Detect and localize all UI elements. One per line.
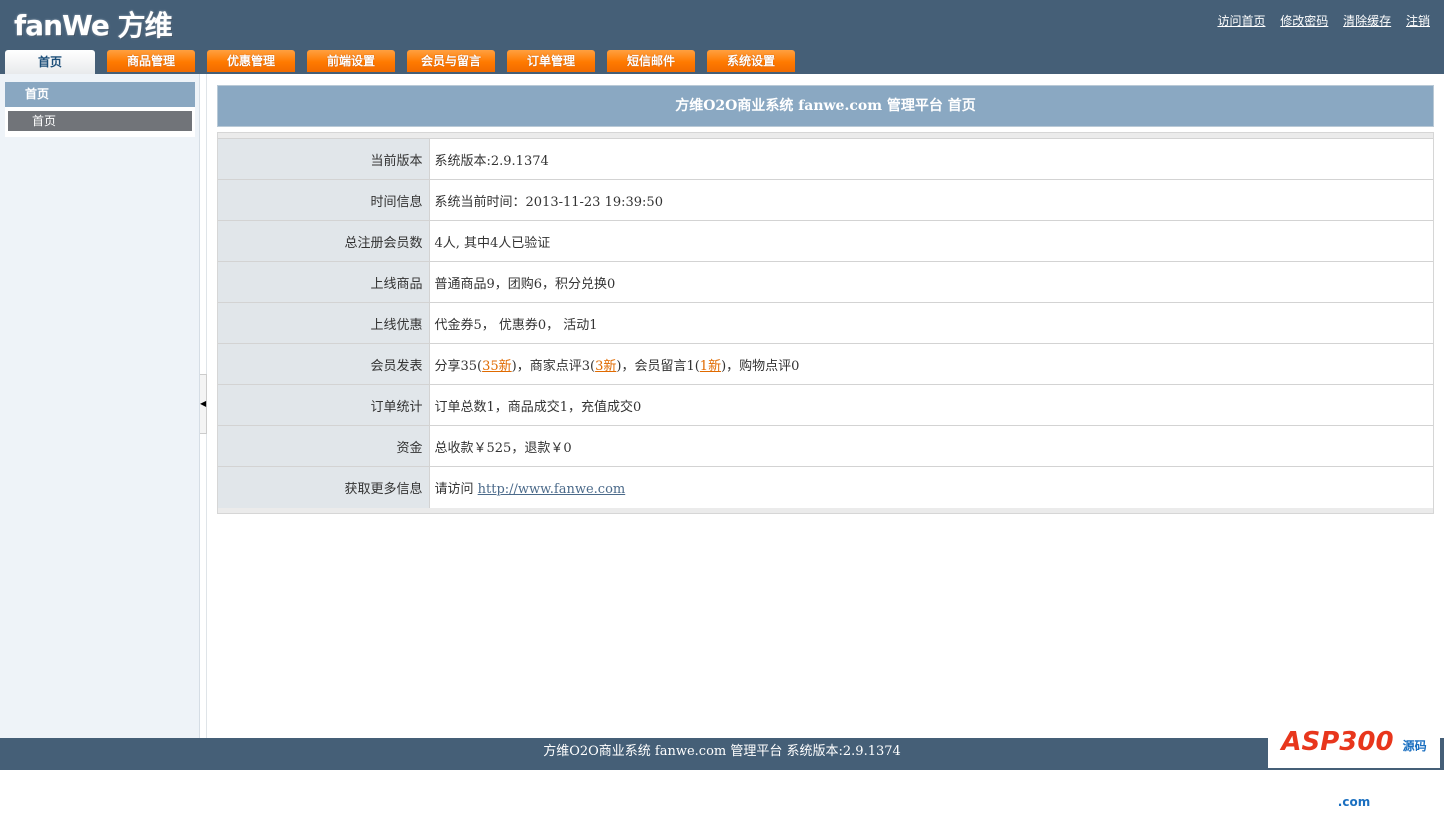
footer-text: 方维O2O商业系统 fanwe.com 管理平台 系统版本:2.9.1374 — [543, 744, 901, 759]
clear-cache-link[interactable]: 清除缓存 — [1343, 14, 1391, 28]
fanwe-link[interactable]: http://www.fanwe.com — [478, 482, 626, 497]
change-password-link[interactable]: 修改密码 — [1280, 14, 1328, 28]
row-value: 代金券5， 优惠券0， 活动1 — [429, 302, 1433, 344]
sidebar-item-home[interactable]: 首页 — [8, 111, 192, 131]
tab-home[interactable]: 首页 — [5, 50, 95, 74]
sidebar-heading: 首页 — [5, 82, 195, 107]
watermark-text: ASP300 — [1281, 727, 1394, 757]
tab-goods[interactable]: 商品管理 — [107, 50, 195, 72]
text: 请访问 — [434, 481, 478, 497]
collapse-sidebar-icon[interactable]: ◀ — [200, 374, 207, 434]
row-value: 分享35(35新)，商家点评3(3新)，会员留言1(1新)，购物点评0 — [429, 343, 1433, 385]
top-links: 访问首页 修改密码 清除缓存 注销 — [1206, 12, 1430, 29]
table-row: 资金 总收款￥525，退款￥0 — [218, 425, 1433, 467]
text: 分享35( — [434, 358, 483, 374]
footer: 方维O2O商业系统 fanwe.com 管理平台 系统版本:2.9.1374 A… — [0, 716, 1444, 809]
table-row: 当前版本 系统版本:2.9.1374 — [218, 138, 1433, 180]
row-label: 会员发表 — [218, 343, 430, 385]
row-label: 资金 — [218, 425, 430, 467]
sidebar-menu: 首页 — [5, 107, 195, 137]
table-row: 订单统计 订单总数1，商品成交1，充值成交0 — [218, 384, 1433, 426]
row-value: 普通商品9，团购6，积分兑换0 — [429, 261, 1433, 303]
main-nav: 首页 商品管理 优惠管理 前端设置 会员与留言 订单管理 短信邮件 系统设置 — [5, 50, 807, 74]
tab-coupons[interactable]: 优惠管理 — [207, 50, 295, 72]
info-table: 当前版本 系统版本:2.9.1374 时间信息 系统当前时间：2013-11-23 … — [217, 132, 1434, 514]
page-title: 方维O2O商业系统 fanwe.com 管理平台 首页 — [217, 85, 1434, 127]
text: )，商家点评3( — [511, 358, 596, 374]
table-row: 会员发表 分享35(35新)，商家点评3(3新)，会员留言1(1新)，购物点评0 — [218, 343, 1433, 385]
row-value: 4人, 其中4人已验证 — [429, 220, 1433, 262]
new-shares-link[interactable]: 35新 — [482, 359, 512, 374]
row-value: 系统当前时间：2013-11-23 19:39:50 — [429, 179, 1433, 221]
tab-members[interactable]: 会员与留言 — [407, 50, 495, 72]
tab-system[interactable]: 系统设置 — [707, 50, 795, 72]
tab-sms-mail[interactable]: 短信邮件 — [607, 50, 695, 72]
row-label: 获取更多信息 — [218, 466, 430, 508]
new-messages-link[interactable]: 1新 — [700, 359, 721, 374]
sidebar: 首页 首页 — [0, 74, 200, 738]
header: fanWe 方维 访问首页 修改密码 清除缓存 注销 首页 商品管理 优惠管理 … — [0, 0, 1444, 74]
table-row: 上线优惠 代金券5， 优惠券0， 活动1 — [218, 302, 1433, 344]
new-reviews-link[interactable]: 3新 — [595, 359, 616, 374]
row-label: 上线商品 — [218, 261, 430, 303]
row-value: 订单总数1，商品成交1，充值成交0 — [429, 384, 1433, 426]
table-row: 总注册会员数 4人, 其中4人已验证 — [218, 220, 1433, 262]
watermark-logo: ASP300 源码 .com — [1268, 716, 1440, 809]
table-row: 获取更多信息 请访问 http://www.fanwe.com — [218, 466, 1433, 508]
row-label: 订单统计 — [218, 384, 430, 426]
row-label: 上线优惠 — [218, 302, 430, 344]
text: )，会员留言1( — [616, 358, 700, 374]
tab-orders[interactable]: 订单管理 — [507, 50, 595, 72]
tab-frontend[interactable]: 前端设置 — [307, 50, 395, 72]
visit-home-link[interactable]: 访问首页 — [1217, 14, 1265, 28]
splitter[interactable]: ◀ — [200, 74, 207, 738]
row-label: 时间信息 — [218, 179, 430, 221]
text: )，购物点评0 — [721, 358, 800, 374]
table-row: 时间信息 系统当前时间：2013-11-23 19:39:50 — [218, 179, 1433, 221]
logo: fanWe 方维 — [14, 9, 173, 42]
table-row: 上线商品 普通商品9，团购6，积分兑换0 — [218, 261, 1433, 303]
row-label: 当前版本 — [218, 138, 430, 180]
logout-link[interactable]: 注销 — [1406, 14, 1430, 28]
row-label: 总注册会员数 — [218, 220, 430, 262]
row-value: 请访问 http://www.fanwe.com — [429, 466, 1433, 508]
row-value: 系统版本:2.9.1374 — [429, 138, 1433, 180]
row-value: 总收款￥525，退款￥0 — [429, 425, 1433, 467]
